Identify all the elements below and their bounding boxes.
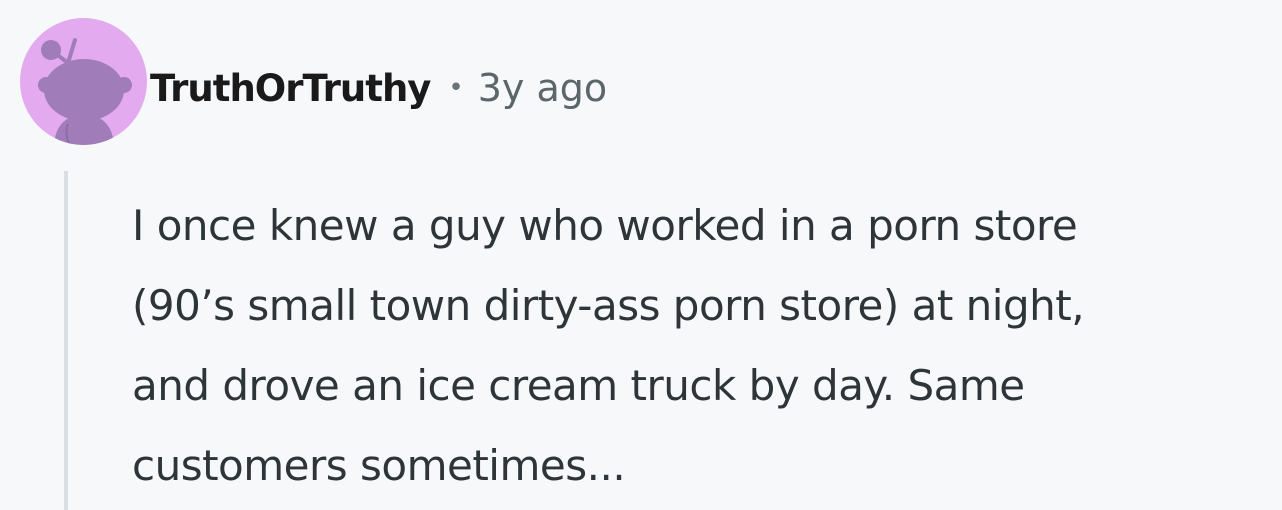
comment-body-line: customers sometimes... [132, 441, 626, 490]
snoo-avatar-icon [38, 38, 132, 145]
username-link[interactable]: TruthOrTruthy [150, 67, 431, 110]
comment-body: I once knew a guy who worked in a porn s… [132, 186, 1280, 506]
thread-line[interactable] [64, 171, 68, 510]
comment-meta: TruthOrTruthy • 3y ago [150, 60, 607, 116]
comment-body-line: (90’s small town dirty-ass porn store) a… [132, 281, 1085, 330]
comment: TruthOrTruthy • 3y ago I once knew a guy… [0, 0, 1282, 510]
comment-body-line: I once knew a guy who worked in a porn s… [132, 201, 1078, 250]
comment-body-line: and drove an ice cream truck by day. Sam… [132, 361, 1025, 410]
meta-separator: • [448, 73, 464, 103]
user-avatar[interactable] [20, 18, 147, 145]
comment-timestamp[interactable]: 3y ago [478, 66, 607, 110]
